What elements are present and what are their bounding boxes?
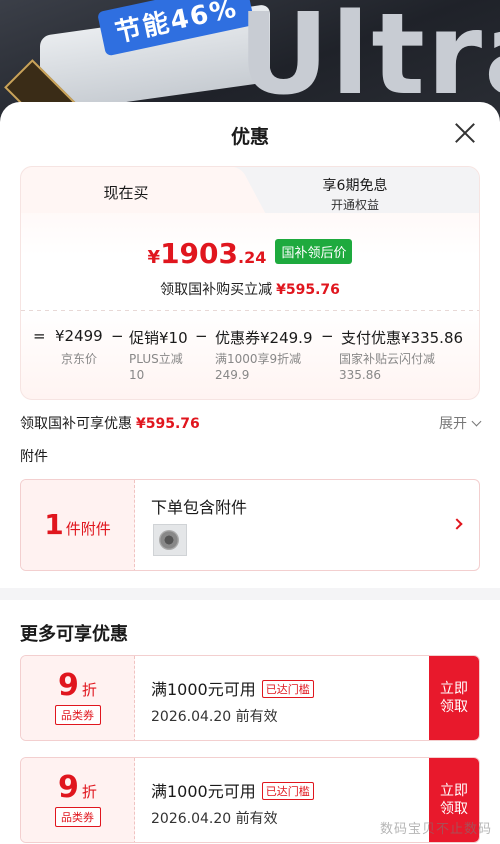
payment-discount-amount: 支付优惠¥335.86 bbox=[341, 329, 464, 347]
attachments-section-label: 附件 bbox=[20, 449, 48, 465]
coupon-condition: 满1000元可用 已达门槛 bbox=[151, 676, 314, 700]
price-integer: 1903 bbox=[160, 237, 238, 270]
promo-detail: PLUS立减 10 bbox=[129, 351, 183, 383]
price-subtitle-amount: ¥595.76 bbox=[276, 282, 340, 298]
subsidy-price-tag: 国补领后价 bbox=[275, 239, 353, 264]
attachment-count: 1 bbox=[44, 508, 64, 541]
tab-buy-now-label: 现在买 bbox=[103, 184, 149, 202]
final-price: ¥1903.24 国补领后价 bbox=[21, 237, 479, 270]
attachment-unit: 件附件 bbox=[65, 520, 111, 538]
coupon-detail-line1: 满1000享9折减 bbox=[215, 352, 302, 366]
coupon-condition-text: 满1000元可用 bbox=[151, 782, 256, 801]
subsidy-row: 领取国补可享优惠 ¥595.76 展开 bbox=[20, 413, 482, 435]
claim-button-line2: 领取 bbox=[440, 801, 468, 817]
coupon-type-badge: 品类券 bbox=[54, 705, 101, 725]
tab-buy-now[interactable]: 现在买 bbox=[21, 167, 231, 213]
attachments-card[interactable]: 1 件附件 下单包含附件 bbox=[20, 479, 480, 571]
coupon-discount-number: 9 bbox=[58, 668, 79, 703]
threshold-reached-badge: 已达门槛 bbox=[261, 680, 314, 698]
coupon-discount-panel: 9折 品类券 bbox=[21, 656, 135, 740]
claim-coupon-button[interactable]: 立即 领取 bbox=[429, 656, 479, 740]
chevron-down-icon bbox=[471, 416, 482, 427]
coupon-discount-unit: 折 bbox=[81, 783, 97, 801]
jd-price: ¥2499 bbox=[55, 327, 103, 345]
tab-installment[interactable]: 享6期免息 开通权益 bbox=[231, 167, 479, 213]
payment-discount-detail-line2: 335.86 bbox=[339, 368, 381, 382]
coupon-discount-number: 9 bbox=[58, 770, 79, 805]
more-offers-title: 更多可享优惠 bbox=[20, 624, 128, 645]
promo-detail-line2: 10 bbox=[129, 368, 145, 382]
equals-sign: = bbox=[33, 327, 46, 345]
sheet-title: 优惠 bbox=[230, 126, 269, 148]
subsidy-label: 领取国补可享优惠 bbox=[20, 416, 132, 432]
outdoor-unit-thumbnail bbox=[153, 524, 187, 556]
jd-price-label: 京东价 bbox=[61, 352, 98, 366]
expand-label: 展开 bbox=[439, 416, 467, 432]
payment-tabs: 享6期免息 开通权益 现在买 bbox=[21, 167, 479, 213]
coupon-condition: 满1000元可用 已达门槛 bbox=[151, 778, 314, 802]
tab-installment-subtitle: 开通权益 bbox=[330, 198, 379, 212]
close-icon[interactable] bbox=[454, 122, 476, 144]
price-subtitle: 领取国补购买立减 ¥595.76 bbox=[21, 279, 479, 299]
promo-detail-line1: PLUS立减 bbox=[129, 352, 183, 366]
coupon-card: 9折 品类券 满1000元可用 已达门槛 2026.04.20 前有效 立即 领取 bbox=[20, 655, 480, 741]
minus-sign: − bbox=[111, 327, 124, 345]
claim-button-line2: 领取 bbox=[440, 699, 468, 715]
attachment-title: 下单包含附件 bbox=[151, 498, 248, 517]
coupon-expiry: 2026.04.20 前有效 bbox=[151, 811, 278, 827]
promo-amount: 促销¥10 bbox=[129, 329, 188, 347]
price-card: 享6期免息 开通权益 现在买 ¥1903.24 国补领后价 领取国补购买立减 ¥5… bbox=[20, 166, 480, 400]
attachment-count-panel: 1 件附件 bbox=[21, 480, 135, 570]
coupon-expiry: 2026.04.20 前有效 bbox=[151, 709, 278, 725]
price-subtitle-text: 领取国补购买立减 bbox=[160, 282, 273, 298]
coupon-type-badge: 品类券 bbox=[54, 807, 101, 827]
payment-discount-detail-line1: 国家补贴云闪付减 bbox=[339, 352, 436, 366]
watermark: 数码宝贝不止数码 bbox=[379, 822, 492, 837]
minus-sign: − bbox=[321, 327, 334, 345]
chevron-right-icon bbox=[451, 518, 463, 530]
threshold-reached-badge: 已达门槛 bbox=[261, 782, 314, 800]
price-currency: ¥ bbox=[147, 247, 161, 268]
claim-button-line1: 立即 bbox=[440, 681, 468, 697]
sheet-header: 优惠 bbox=[0, 102, 500, 164]
coupon-discount-unit: 折 bbox=[81, 681, 97, 699]
minus-sign: − bbox=[195, 327, 208, 345]
section-divider bbox=[0, 588, 500, 600]
coupon-condition-text: 满1000元可用 bbox=[151, 680, 256, 699]
tab-installment-title: 享6期免息 bbox=[322, 178, 388, 194]
dashed-divider bbox=[21, 310, 479, 311]
coupon-detail-line2: 249.9 bbox=[215, 368, 250, 382]
claim-button-line1: 立即 bbox=[440, 783, 468, 799]
expand-button[interactable]: 展开 bbox=[439, 413, 482, 433]
coupon-amount: 优惠券¥249.9 bbox=[215, 329, 313, 347]
coupon-discount-panel: 9折 品类券 bbox=[21, 758, 135, 842]
payment-discount-detail: 国家补贴云闪付减 335.86 bbox=[339, 351, 435, 383]
subsidy-amount: ¥595.76 bbox=[136, 416, 200, 432]
offers-sheet: 优惠 享6期免息 开通权益 现在买 ¥1903.24 国补领后价 领取国补购买立… bbox=[0, 102, 500, 844]
price-decimal: .24 bbox=[238, 248, 267, 267]
coupon-detail: 满1000享9折减 249.9 bbox=[215, 351, 301, 383]
